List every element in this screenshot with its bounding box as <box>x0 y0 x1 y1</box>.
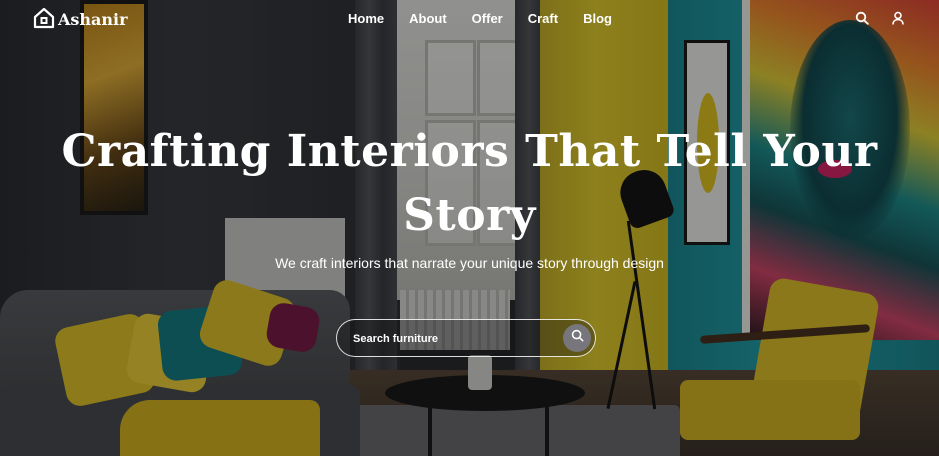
brand-logo[interactable]: Ashanir <box>32 6 128 30</box>
brand-name: Ashanir <box>58 10 128 29</box>
site-header: Ashanir Home About Offer Craft Blog <box>0 0 939 38</box>
hero-title: Crafting Interiors That Tell Your Story <box>61 126 878 241</box>
search-icon <box>571 329 584 347</box>
nav-item-craft[interactable]: Craft <box>528 11 558 26</box>
nav-item-blog[interactable]: Blog <box>583 11 612 26</box>
search-input[interactable] <box>351 329 555 349</box>
search-button[interactable] <box>563 324 591 352</box>
search-bar <box>336 319 596 357</box>
search-icon[interactable] <box>855 11 869 25</box>
nav-item-about[interactable]: About <box>409 11 447 26</box>
hero-subtitle: We craft interiors that narrate your uni… <box>275 255 664 271</box>
main-nav: Home About Offer Craft Blog <box>348 11 612 26</box>
user-icon[interactable] <box>891 11 905 25</box>
nav-item-offer[interactable]: Offer <box>472 11 503 26</box>
nav-item-home[interactable]: Home <box>348 11 384 26</box>
house-icon <box>32 6 56 30</box>
header-actions <box>855 11 905 25</box>
